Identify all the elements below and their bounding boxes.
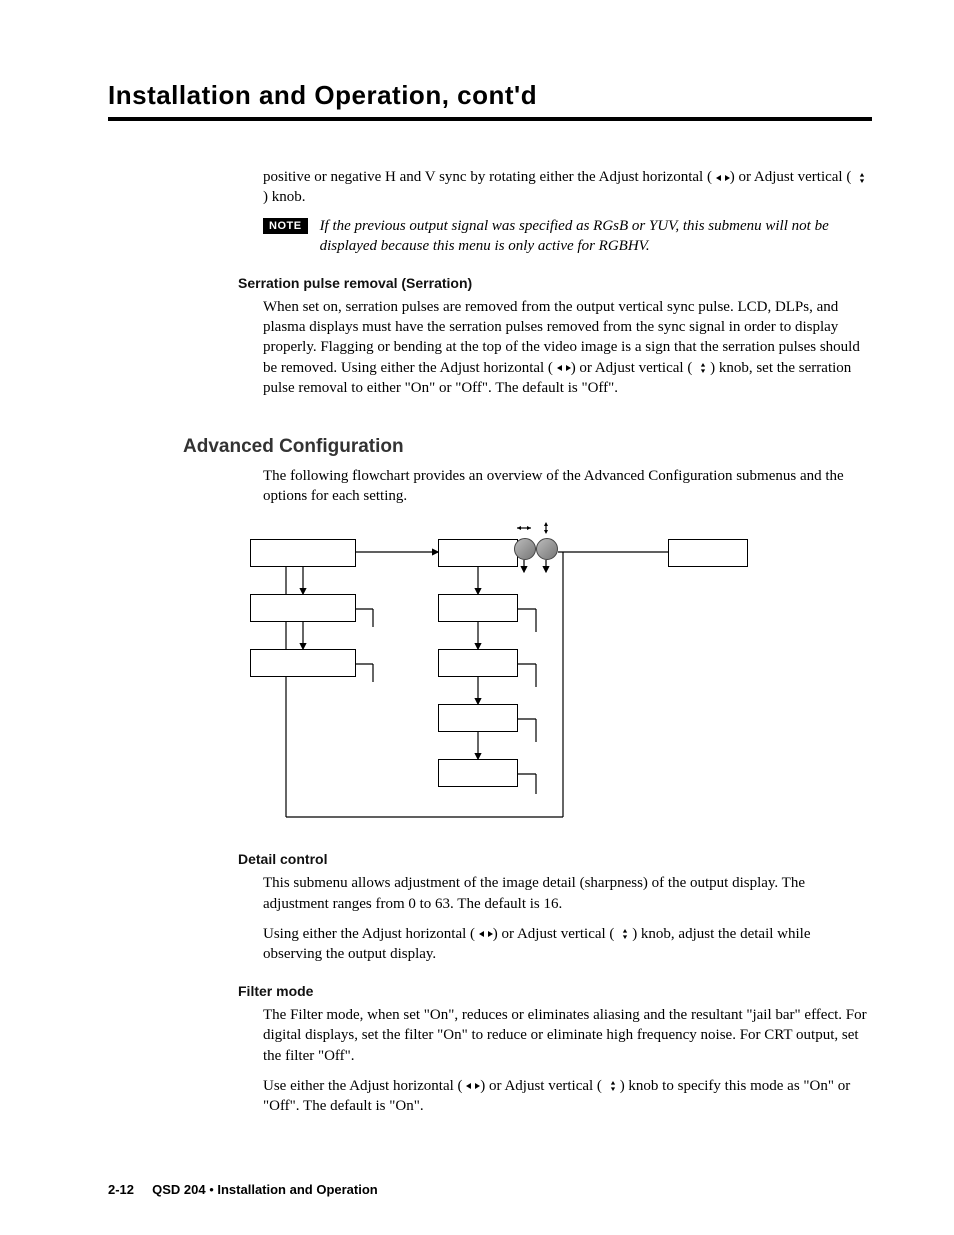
intro-text-b: ) or Adjust vertical ( — [730, 169, 852, 185]
filter-p2a: Use either the Adjust horizontal ( — [263, 1078, 463, 1094]
flow-mid-4 — [438, 704, 518, 732]
filter-p2: Use either the Adjust horizontal ( ) or … — [263, 1076, 872, 1117]
detail-p2a: Using either the Adjust horizontal ( — [263, 926, 475, 942]
intro-text-a: positive or negative H and V sync by rot… — [263, 169, 712, 185]
filter-p2b: ) or Adjust vertical ( — [480, 1078, 602, 1094]
note-text: If the previous output signal was specif… — [320, 216, 872, 257]
flow-mid-5 — [438, 759, 518, 787]
intro-paragraph: positive or negative H and V sync by rot… — [263, 167, 872, 208]
flow-mid-3 — [438, 649, 518, 677]
filter-p1: The Filter mode, when set "On", reduces … — [263, 1005, 872, 1066]
header-rule — [108, 117, 872, 121]
advanced-config-heading: Advanced Configuration — [183, 434, 872, 460]
detail-p2b: ) or Adjust vertical ( — [493, 926, 615, 942]
flow-left-2 — [250, 594, 356, 622]
page-number: 2-12 — [108, 1182, 134, 1197]
flow-left-1 — [250, 539, 356, 567]
note-block: NOTE If the previous output signal was s… — [263, 216, 872, 257]
flow-right-1 — [668, 539, 748, 567]
advanced-config-paragraph: The following flowchart provides an over… — [263, 466, 872, 507]
flow-left-3 — [250, 649, 356, 677]
note-badge: NOTE — [263, 218, 308, 235]
serration-heading: Serration pulse removal (Serration) — [238, 274, 872, 293]
page-footer: 2-12 QSD 204 • Installation and Operatio… — [108, 1181, 378, 1199]
horizontal-arrows-icon — [557, 363, 571, 373]
flowchart — [238, 522, 810, 832]
vertical-arrows-icon — [606, 1081, 620, 1091]
vertical-arrows-icon — [696, 363, 710, 373]
footer-section: Installation and Operation — [217, 1182, 377, 1197]
detail-p1: This submenu allows adjustment of the im… — [263, 873, 872, 914]
horizontal-arrows-icon — [466, 1081, 480, 1091]
page: Installation and Operation, cont'd posit… — [0, 0, 954, 1235]
chapter-title: Installation and Operation, cont'd — [108, 78, 872, 113]
filter-mode-heading: Filter mode — [238, 982, 872, 1001]
vertical-arrows-icon — [618, 929, 632, 939]
serration-paragraph: When set on, serration pulses are remove… — [263, 297, 872, 398]
footer-product: QSD 204 — [152, 1182, 205, 1197]
horizontal-arrows-icon — [479, 929, 493, 939]
detail-control-heading: Detail control — [238, 850, 872, 869]
vertical-arrows-icon — [855, 173, 869, 183]
detail-p2: Using either the Adjust horizontal ( ) o… — [263, 924, 872, 965]
flowchart-lines — [238, 522, 810, 832]
intro-text-c: ) knob. — [263, 189, 306, 205]
flow-mid-2 — [438, 594, 518, 622]
serration-text-b: ) or Adjust vertical ( — [571, 360, 693, 376]
horizontal-arrows-icon — [716, 173, 730, 183]
flow-mid-1 — [438, 539, 518, 567]
